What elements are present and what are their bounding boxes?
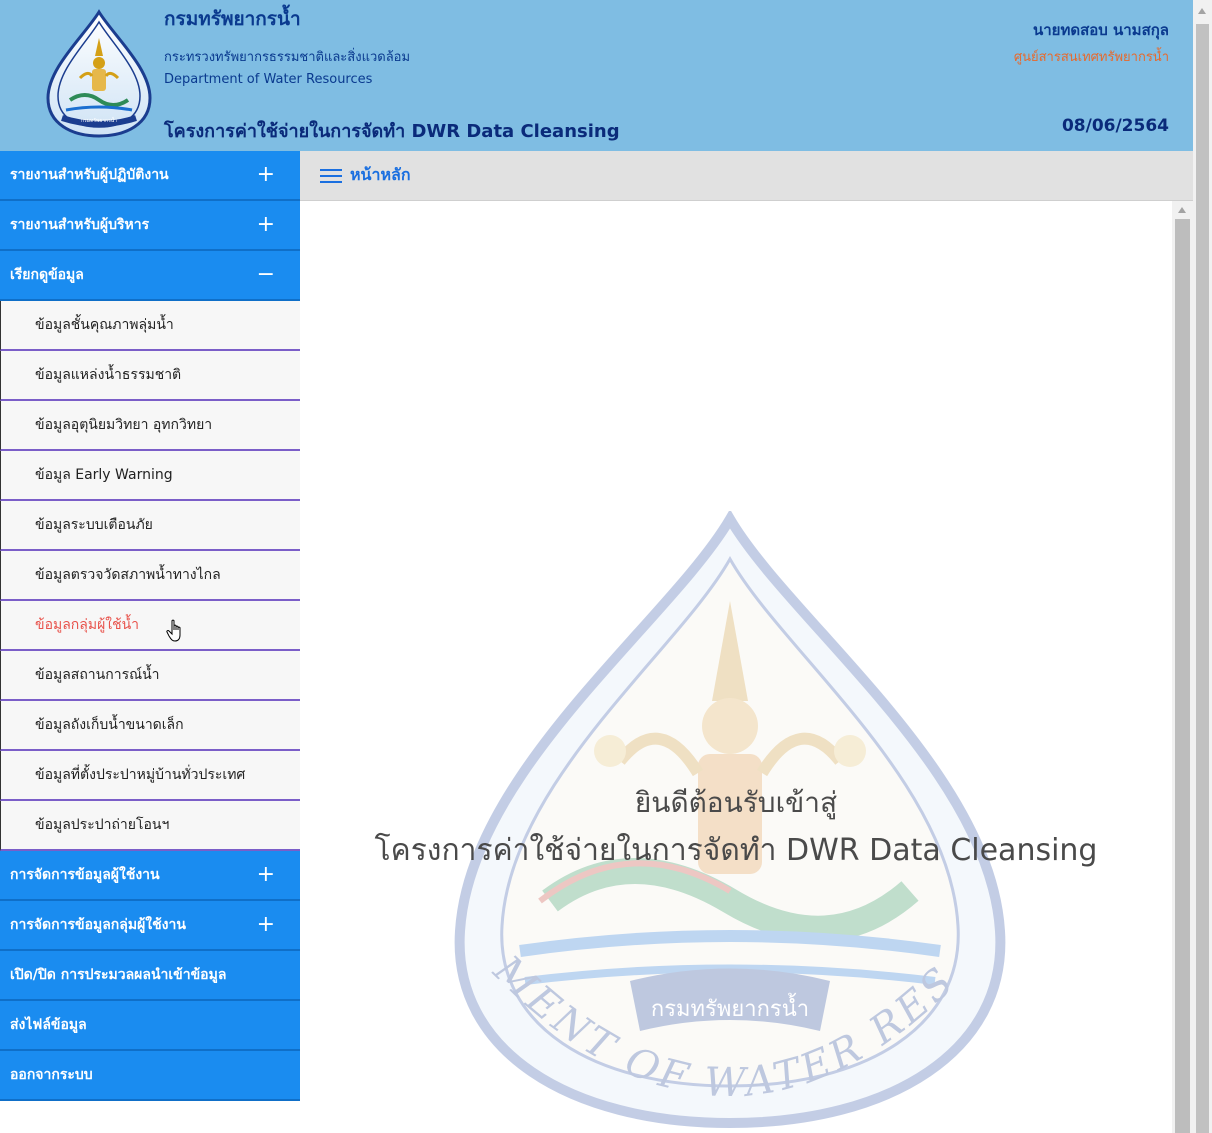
submenu-early-warning[interactable]: ข้อมูล Early Warning: [0, 451, 300, 501]
user-unit: ศูนย์สารสนเทศทรัพยากรน้ำ: [1013, 50, 1169, 65]
menu-operator-reports[interactable]: รายงานสำหรับผู้ปฏิบัติงาน +: [0, 151, 300, 201]
menu-browse-data[interactable]: เรียกดูข้อมูล −: [0, 251, 300, 301]
submenu-warning-system[interactable]: ข้อมูลระบบเตือนภัย: [0, 501, 300, 551]
menu-label: ส่งไฟล์ข้อมูล: [10, 1017, 87, 1033]
app-header: กรมทรัพยากรน้ำ กรมทรัพยากรน้ำ กระทรวงทรั…: [0, 0, 1193, 151]
submenu-label: ข้อมูลที่ตั้งประปาหมู่บ้านทั่วประเทศ: [35, 767, 246, 783]
submenu-label: ข้อมูลถังเก็บน้ำขนาดเล็ก: [35, 717, 184, 733]
scrollbar-thumb[interactable]: [1196, 24, 1209, 1133]
submenu-label: ข้อมูลแหล่งน้ำธรรมชาติ: [35, 367, 182, 383]
submenu-watershed-class[interactable]: ข้อมูลชั้นคุณภาพลุ่มน้ำ: [0, 301, 300, 351]
menu-label: เปิด/ปิด การประมวลผลนำเข้าข้อมูล: [10, 967, 227, 983]
menu-label: รายงานสำหรับผู้บริหาร: [10, 217, 150, 233]
current-date: 08/06/2564: [1061, 116, 1169, 136]
expand-icon: +: [256, 162, 275, 187]
menu-label: เรียกดูข้อมูล: [10, 267, 84, 283]
welcome-line-1: ยินดีต้อนรับเข้าสู่: [634, 786, 838, 819]
user-name: นายทดสอบ นามสกุล: [1033, 21, 1169, 39]
submenu-meteorology-hydrology[interactable]: ข้อมูลอุตุนิยมวิทยา อุทกวิทยา: [0, 401, 300, 451]
submenu-water-situation[interactable]: ข้อมูลสถานการณ์น้ำ: [0, 651, 300, 701]
department-logo: กรมทรัพยากรน้ำ: [46, 9, 152, 138]
expand-icon: +: [256, 862, 275, 887]
submenu-label: ข้อมูล Early Warning: [35, 467, 173, 483]
menu-user-group-management[interactable]: การจัดการข้อมูลกลุ่มผู้ใช้งาน +: [0, 901, 300, 951]
hamburger-icon[interactable]: [320, 167, 344, 185]
submenu-label: ข้อมูลชั้นคุณภาพลุ่มน้ำ: [35, 317, 174, 333]
menu-label: รายงานสำหรับผู้ปฏิบัติงาน: [10, 167, 169, 183]
welcome-line-2: โครงการค่าใช้จ่ายในการจัดทำ DWR Data Cle…: [374, 833, 1098, 868]
scroll-up-arrow-icon[interactable]: [1178, 207, 1186, 213]
ministry-name: กระทรวงทรัพยากรธรรมชาติและสิ่งแวดล้อม: [164, 50, 411, 65]
main-content: DEPARTMENT OF WATER RESOURCES กรมทรัพยาก…: [300, 201, 1172, 1133]
menu-user-management[interactable]: การจัดการข้อมูลผู้ใช้งาน +: [0, 851, 300, 901]
department-name-en: Department of Water Resources: [164, 72, 373, 87]
hand-cursor-icon: [166, 619, 181, 642]
submenu-label: ข้อมูลประปาถ่ายโอนฯ: [35, 817, 170, 833]
submenu-water-user-groups[interactable]: ข้อมูลกลุ่มผู้ใช้น้ำ: [0, 601, 300, 651]
menu-label: การจัดการข้อมูลกลุ่มผู้ใช้งาน: [10, 917, 186, 933]
menu-label: การจัดการข้อมูลผู้ใช้งาน: [10, 867, 160, 883]
menu-toggle-import-processing[interactable]: เปิด/ปิด การประมวลผลนำเข้าข้อมูล: [0, 951, 300, 1001]
page-scrollbar[interactable]: [1193, 0, 1212, 1133]
expand-icon: +: [256, 912, 275, 937]
submenu-village-waterworks[interactable]: ข้อมูลที่ตั้งประปาหมู่บ้านทั่วประเทศ: [0, 751, 300, 801]
expand-icon: +: [256, 212, 275, 237]
submenu-label: ข้อมูลตรวจวัดสภาพน้ำทางไกล: [35, 567, 221, 583]
submenu-telemetry[interactable]: ข้อมูลตรวจวัดสภาพน้ำทางไกล: [0, 551, 300, 601]
submenu-transferred-waterworks[interactable]: ข้อมูลประปาถ่ายโอนฯ: [0, 801, 300, 851]
project-title: โครงการค่าใช้จ่ายในการจัดทำ DWR Data Cle…: [164, 121, 620, 142]
menu-logout[interactable]: ออกจากระบบ: [0, 1051, 300, 1101]
scrollbar-thumb[interactable]: [1175, 219, 1190, 1133]
collapse-icon: −: [256, 262, 275, 287]
submenu-label: ข้อมูลสถานการณ์น้ำ: [35, 667, 160, 683]
sidebar-menu: รายงานสำหรับผู้ปฏิบัติงาน + รายงานสำหรับ…: [0, 151, 300, 1133]
submenu-small-tanks[interactable]: ข้อมูลถังเก็บน้ำขนาดเล็ก: [0, 701, 300, 751]
submenu-label: ข้อมูลกลุ่มผู้ใช้น้ำ: [35, 617, 140, 633]
content-scrollbar[interactable]: [1172, 201, 1193, 1133]
submenu-label: ข้อมูลระบบเตือนภัย: [35, 517, 153, 533]
menu-label: ออกจากระบบ: [10, 1067, 93, 1083]
watermark-text-th: กรมทรัพยากรน้ำ: [651, 993, 809, 1022]
submenu-natural-water-sources[interactable]: ข้อมูลแหล่งน้ำธรรมชาติ: [0, 351, 300, 401]
page-title[interactable]: หน้าหลัก: [350, 163, 411, 188]
menu-executive-reports[interactable]: รายงานสำหรับผู้บริหาร +: [0, 201, 300, 251]
content-topbar: หน้าหลัก: [300, 151, 1193, 201]
org-title: กรมทรัพยากรน้ำ: [164, 8, 301, 30]
submenu-label: ข้อมูลอุตุนิยมวิทยา อุทกวิทยา: [35, 417, 213, 433]
menu-send-files[interactable]: ส่งไฟล์ข้อมูล: [0, 1001, 300, 1051]
scroll-up-arrow-icon[interactable]: [1198, 8, 1206, 14]
